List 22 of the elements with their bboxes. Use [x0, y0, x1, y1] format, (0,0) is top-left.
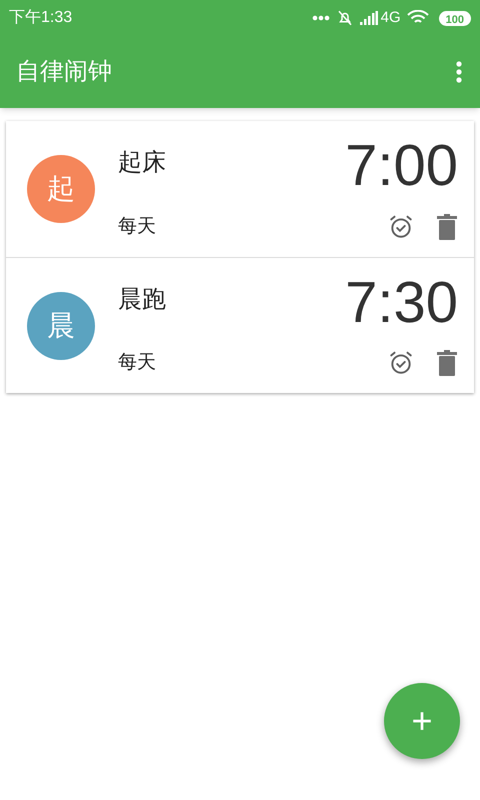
- app-title: 自律闹钟: [16, 57, 112, 87]
- muted-bell-icon: [336, 9, 354, 27]
- alarm-time: 7:30: [345, 274, 458, 332]
- delete-icon[interactable]: [436, 214, 458, 240]
- overflow-menu-icon[interactable]: [456, 61, 462, 83]
- alarm-time: 7:00: [345, 137, 458, 195]
- battery-level: 100: [438, 10, 471, 26]
- alarm-avatar: 晨: [27, 292, 95, 360]
- repeat-label: 每天: [118, 214, 156, 238]
- signal-icon: [360, 11, 378, 25]
- alarm-clock-icon[interactable]: [388, 214, 414, 240]
- alarm-clock-icon[interactable]: [388, 350, 414, 376]
- more-notifications-icon: [312, 15, 330, 21]
- alarm-avatar: 起: [27, 155, 95, 223]
- network-type: 4G: [380, 8, 401, 28]
- repeat-label: 每天: [118, 350, 156, 374]
- alarm-item[interactable]: 起 起床 7:00 每天: [6, 121, 474, 257]
- alarm-name: 晨跑: [118, 285, 166, 315]
- status-time: 下午1:33: [9, 8, 72, 28]
- delete-icon[interactable]: [436, 350, 458, 376]
- alarm-item[interactable]: 晨 晨跑 7:30 每天: [6, 257, 474, 393]
- alarm-name: 起床: [118, 148, 166, 178]
